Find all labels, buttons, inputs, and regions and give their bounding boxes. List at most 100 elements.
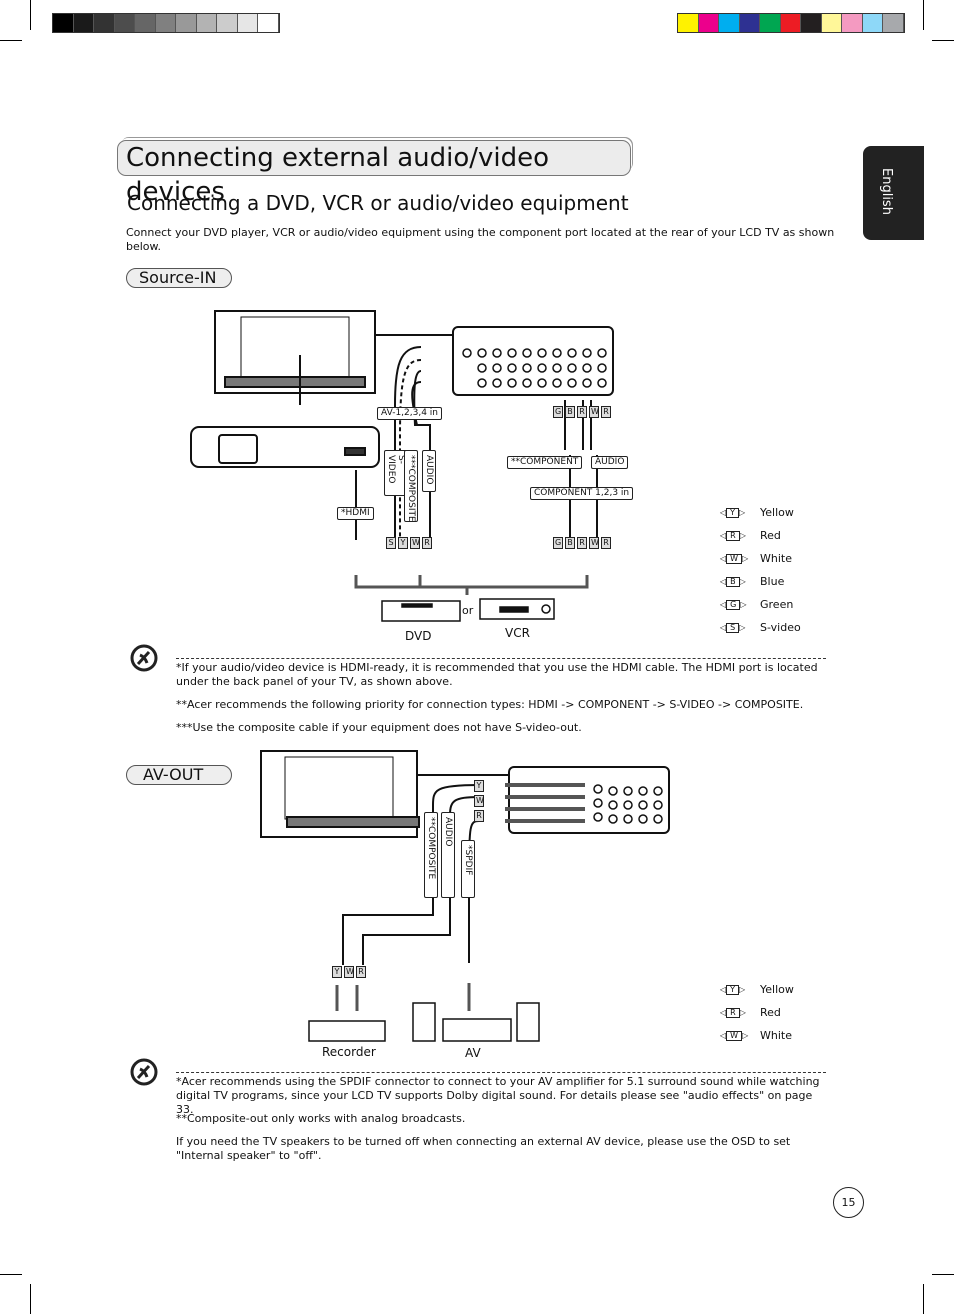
plug-w: W [474, 795, 484, 807]
legend-item: ◁ W ▷ White [720, 1024, 794, 1047]
component-audio-label: AUDIO [591, 456, 629, 469]
audio-label: AUDIO [422, 450, 436, 492]
dvd-label: DVD [405, 629, 432, 643]
plug-r: R [422, 537, 432, 549]
color-swatch [176, 14, 197, 32]
plug-b: B [565, 406, 575, 418]
plug-icon: ◁ Y ▷ [720, 507, 746, 518]
divider [176, 658, 826, 659]
plug-w: W [589, 537, 599, 549]
speaker-icon [412, 1002, 436, 1042]
spdif-label: *SPDIF [461, 840, 475, 898]
color-swatch [821, 14, 842, 32]
plug-g: G [553, 537, 563, 549]
legend-item: ◁ B ▷ Blue [720, 570, 801, 593]
color-swatch [739, 14, 760, 32]
plug-icon: ◁ W ▷ [720, 553, 749, 564]
plug-icon: ◁ R ▷ [720, 530, 746, 541]
color-swatch [883, 14, 904, 32]
legend-item: ◁ Y ▷ Yellow [720, 501, 801, 524]
section-subtitle: Connecting a DVD, VCR or audio/video equ… [127, 191, 629, 215]
color-swatch [94, 14, 115, 32]
legend-item: ◁ S ▷ S-video [720, 616, 801, 639]
plug-w: W [344, 966, 354, 978]
note-icon [130, 644, 158, 672]
color-bar [677, 13, 905, 33]
plug-r: R [577, 537, 587, 549]
crop-mark [30, 1284, 31, 1314]
note-hdmi: *If your audio/video device is HDMI-read… [176, 661, 818, 688]
vcr-label: VCR [505, 626, 530, 640]
recorder-icon [308, 1020, 386, 1042]
av-input-panel [452, 326, 614, 396]
av-out-plugs-bottom: YWR [332, 966, 366, 978]
av-out-plugs-top: YWR [474, 780, 484, 822]
plug-icon: ◁ S ▷ [720, 622, 746, 633]
plug-icon: ◁ R ▷ [720, 1007, 746, 1018]
legend-color-name: S-video [760, 621, 801, 634]
plug-y: Y [398, 537, 408, 549]
recorder-label: Recorder [322, 1045, 376, 1059]
plug-y: Y [332, 966, 342, 978]
legend-color-name: Green [760, 598, 794, 611]
color-swatch [114, 14, 135, 32]
color-swatch [801, 14, 822, 32]
speaker-icon [516, 1002, 540, 1042]
av-out-label: AV-OUT [126, 765, 232, 785]
legend-item: ◁ R ▷ Red [720, 524, 801, 547]
plug-icon: ◁ Y ▷ [720, 984, 746, 995]
plug-icon: ◁ B ▷ [720, 576, 746, 587]
plug-r: R [474, 810, 484, 822]
plug-code: S [726, 622, 740, 633]
color-swatch [842, 14, 863, 32]
legend-color-name: White [760, 552, 792, 565]
crop-mark [932, 40, 954, 41]
note-internal-speaker: If you need the TV speakers to be turned… [176, 1135, 791, 1162]
or-label: or [462, 604, 474, 617]
color-swatch [719, 14, 740, 32]
legend-item: ◁ W ▷ White [720, 547, 801, 570]
composite-out-label: **COMPOSITE [424, 812, 438, 898]
component-plugs-bottom: GBRWR [553, 537, 611, 549]
color-swatch [258, 14, 279, 32]
legend-color-name: White [760, 1029, 792, 1042]
color-swatch [135, 14, 156, 32]
note-icon [130, 1058, 158, 1086]
plug-code: R [726, 1007, 740, 1018]
legend-item: ◁ G ▷ Green [720, 593, 801, 616]
color-swatch [678, 14, 699, 32]
gray-color-bar [52, 13, 280, 33]
plug-s: S [386, 537, 396, 549]
av-label: AV [465, 1046, 481, 1060]
crop-mark [923, 0, 924, 30]
plug-r: R [356, 966, 366, 978]
composite-label: ***COMPOSITE [404, 450, 418, 522]
color-swatch [217, 14, 238, 32]
legend-item: ◁ R ▷ Red [720, 1001, 794, 1024]
crop-mark [932, 1274, 954, 1275]
plug-code: Y [726, 984, 740, 995]
crop-mark [0, 1274, 22, 1275]
plug-code: G [726, 599, 741, 610]
note-priority: **Acer recommends the following priority… [176, 698, 804, 711]
color-swatch [862, 14, 883, 32]
hdmi-port-icon [344, 447, 366, 456]
color-swatch [698, 14, 719, 32]
color-swatch [73, 14, 94, 32]
divider [176, 1072, 826, 1073]
color-legend: ◁ Y ▷ Yellow ◁ R ▷ Red ◁ W ▷ White [720, 978, 794, 1047]
plug-code: W [726, 1030, 743, 1041]
legend-color-name: Yellow [760, 983, 794, 996]
plug-w: W [410, 537, 420, 549]
plug-code: Y [726, 507, 740, 518]
plug-w: W [589, 406, 599, 418]
audio-out-label: AUDIO [441, 812, 455, 898]
color-legend: ◁ Y ▷ Yellow ◁ R ▷ Red ◁ W ▷ White ◁ B ▷ Blue ◁ G ▷ Green ◁ S… [720, 501, 801, 639]
language-tab: English [863, 146, 924, 240]
color-swatch [760, 14, 781, 32]
plug-code: R [726, 530, 740, 541]
plug-code: W [726, 553, 743, 564]
color-swatch [780, 14, 801, 32]
color-swatch [155, 14, 176, 32]
source-in-label: Source-IN [126, 268, 232, 288]
